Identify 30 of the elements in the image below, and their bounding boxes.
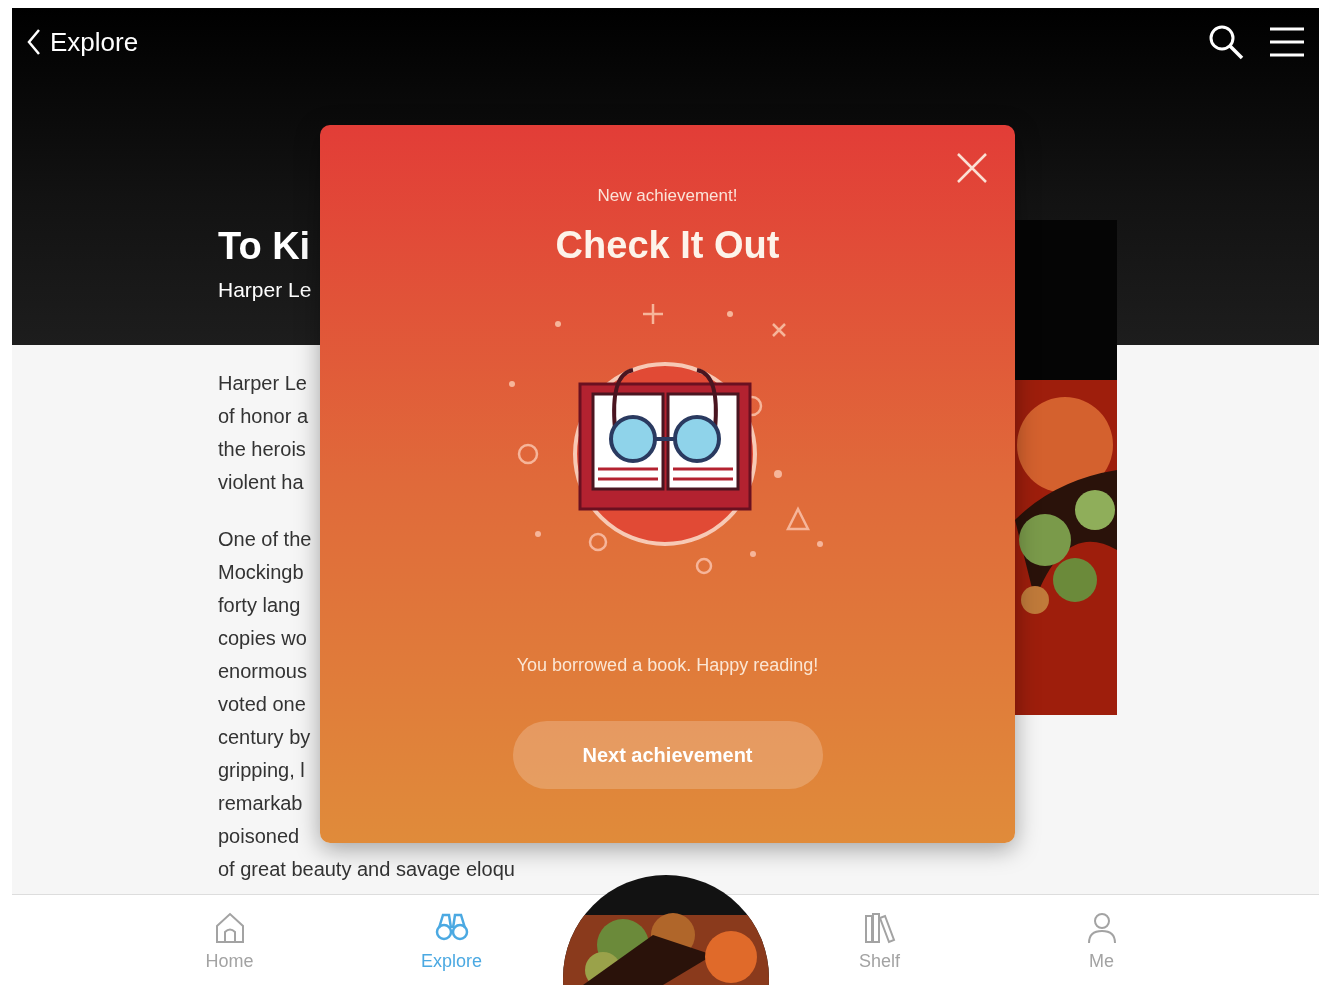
description-line: of great beauty and savage eloqu — [218, 857, 515, 882]
description-line: Harper Le — [218, 371, 307, 396]
tab-bar-item[interactable]: Shelf — [768, 895, 991, 990]
description-line: poisoned — [218, 824, 300, 849]
achievement-message: You borrowed a book. Happy reading! — [516, 653, 819, 677]
description-line: violent ha — [218, 470, 304, 495]
description-line: of honor a — [218, 404, 309, 429]
book-title: To Ki — [218, 226, 311, 268]
tab-bar-item[interactable]: Explore — [340, 895, 563, 990]
back-button[interactable]: Explore — [26, 22, 139, 62]
achievement-label: New achievement! — [597, 185, 738, 207]
next-achievement-button[interactable]: Next achievement — [512, 720, 823, 789]
description-line: One of the — [218, 527, 312, 552]
description-line: enormous — [218, 659, 307, 684]
description-line: gripping, l — [218, 758, 305, 783]
book-author: Harper Le — [218, 276, 312, 303]
description-line: remarkab — [218, 791, 303, 816]
back-icon — [26, 28, 42, 56]
description-line: Mockingb — [218, 560, 304, 585]
description-line: century by — [218, 725, 311, 750]
menu-button[interactable] — [1269, 26, 1305, 58]
tab-bar-item[interactable]: Home — [118, 895, 341, 990]
tab-bar-item[interactable]: Me — [990, 895, 1213, 990]
description-line: voted one — [218, 692, 306, 717]
achievement-title: Check It Out — [555, 222, 780, 268]
description-line: the herois — [218, 437, 306, 462]
description-line: forty lang — [218, 593, 301, 618]
description-line: copies wo — [218, 626, 307, 651]
search-button[interactable] — [1207, 23, 1245, 61]
close-button[interactable] — [955, 151, 989, 185]
